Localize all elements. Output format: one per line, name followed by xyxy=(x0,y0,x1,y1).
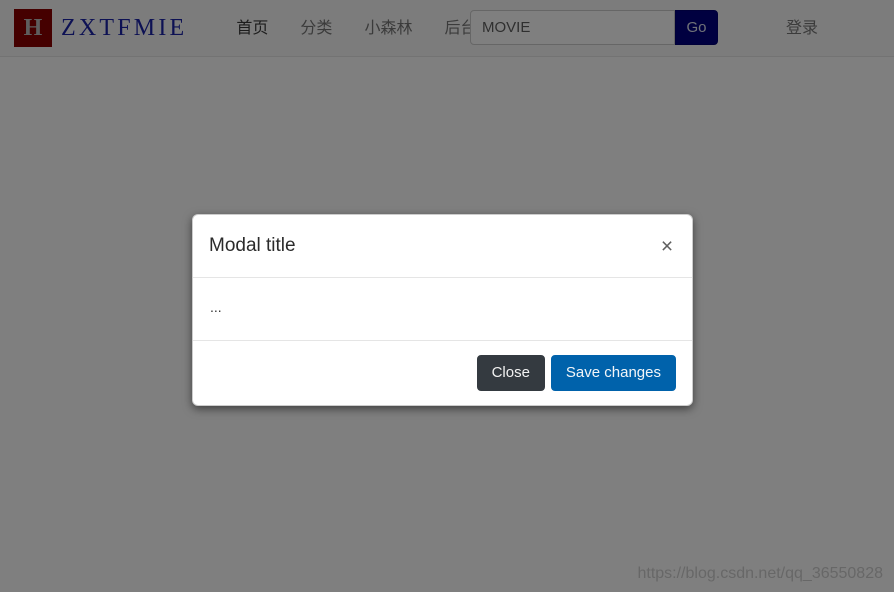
modal-header: Modal title × xyxy=(193,215,692,278)
modal-body-text: ... xyxy=(210,299,222,315)
close-icon[interactable]: × xyxy=(656,236,678,258)
close-button[interactable]: Close xyxy=(476,355,545,391)
modal-footer: Close Save changes xyxy=(193,341,692,405)
modal-content: Modal title × ... Close Save changes xyxy=(192,214,693,406)
save-changes-button[interactable]: Save changes xyxy=(550,355,676,391)
modal-body: ... xyxy=(193,278,692,341)
modal-dialog: Modal title × ... Close Save changes xyxy=(192,214,693,406)
modal-title: Modal title xyxy=(209,234,296,256)
